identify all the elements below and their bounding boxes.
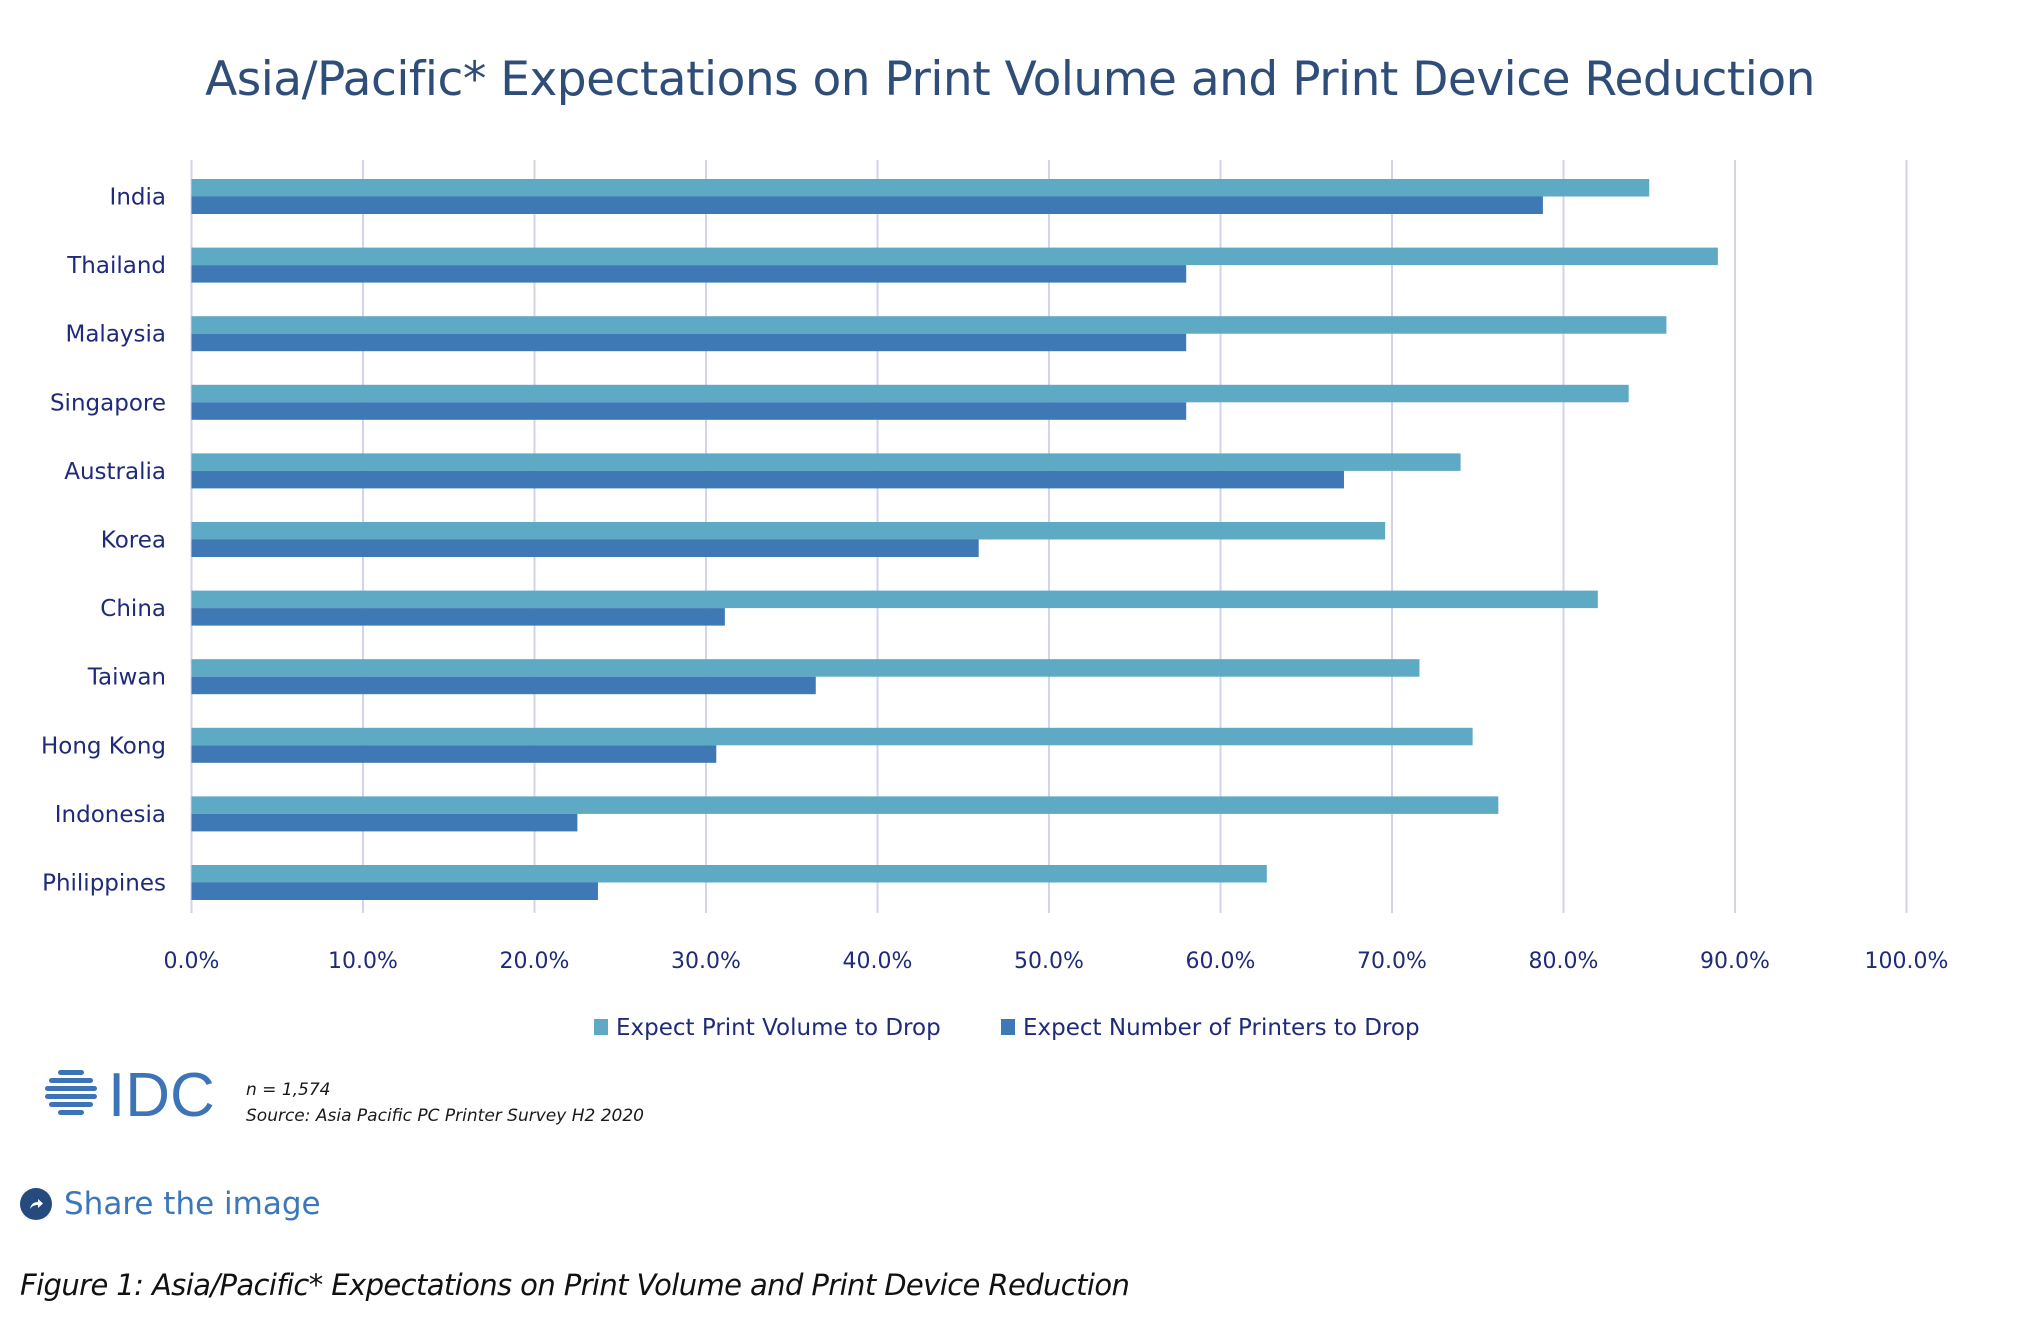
bar-printers bbox=[191, 745, 717, 763]
bar-print-volume bbox=[191, 453, 1461, 471]
legend: Expect Print Volume to Drop Expect Number… bbox=[594, 1015, 1420, 1041]
category-label: Thailand bbox=[66, 253, 166, 279]
bar-print-volume bbox=[191, 179, 1650, 197]
legend-label: Expect Print Volume to Drop bbox=[616, 1015, 941, 1041]
x-tick-label: 80.0% bbox=[1529, 949, 1599, 974]
x-tick-label: 0.0% bbox=[164, 949, 220, 974]
source-text: Source: Asia Pacific PC Printer Survey H… bbox=[246, 1106, 644, 1126]
x-axis-tick-labels: 0.0% 10.0% 20.0% 30.0% 40.0% 50.0% 60.0% 70.0% 8… bbox=[164, 949, 1949, 974]
x-tick-label: 70.0% bbox=[1357, 949, 1427, 974]
legend-swatch bbox=[594, 1019, 608, 1035]
bar-printers bbox=[191, 265, 1187, 283]
source-note: n = 1,574 Source: Asia Pacific PC Printe… bbox=[246, 1077, 644, 1129]
bar-printers bbox=[191, 402, 1187, 420]
bar-chart: India Thailand Malaysia Singapore Australia K… bbox=[41, 160, 1949, 1041]
bar-print-volume bbox=[191, 727, 1473, 746]
category-label: Singapore bbox=[50, 390, 166, 416]
globe-icon bbox=[45, 1070, 97, 1115]
bar-printers bbox=[191, 813, 578, 832]
legend-swatch bbox=[1001, 1019, 1015, 1035]
bar-print-volume bbox=[191, 384, 1629, 403]
share-label[interactable]: Share the image bbox=[64, 1186, 321, 1222]
bar-printers bbox=[191, 470, 1344, 489]
bar-printers bbox=[191, 676, 816, 695]
category-label: China bbox=[100, 596, 166, 622]
x-tick-label: 90.0% bbox=[1700, 949, 1770, 974]
idc-logo: IDC bbox=[45, 1066, 215, 1122]
category-label: Taiwan bbox=[87, 665, 166, 691]
share-image-link[interactable]: Share the image bbox=[20, 1186, 321, 1222]
x-tick-label: 20.0% bbox=[500, 949, 570, 974]
category-label: Philippines bbox=[42, 871, 166, 897]
x-tick-label: 60.0% bbox=[1186, 949, 1256, 974]
bar-printers bbox=[191, 882, 598, 900]
x-tick-label: 100.0% bbox=[1865, 949, 1949, 974]
category-label: Australia bbox=[64, 459, 166, 485]
bar-printers bbox=[191, 333, 1187, 352]
bar-print-volume bbox=[191, 865, 1267, 883]
bar-print-volume bbox=[191, 247, 1718, 266]
category-label: Korea bbox=[101, 528, 166, 554]
category-label: Hong Kong bbox=[41, 733, 166, 759]
x-tick-label: 50.0% bbox=[1014, 949, 1084, 974]
legend-label: Expect Number of Printers to Drop bbox=[1023, 1015, 1420, 1041]
bar-printers bbox=[191, 539, 979, 557]
bar-print-volume bbox=[191, 316, 1667, 334]
category-label: Malaysia bbox=[65, 322, 166, 348]
sample-size: n = 1,574 bbox=[246, 1080, 331, 1100]
bar-printers bbox=[191, 196, 1543, 214]
bars bbox=[191, 179, 1718, 900]
x-tick-label: 40.0% bbox=[843, 949, 913, 974]
x-tick-label: 30.0% bbox=[671, 949, 741, 974]
logo-text: IDC bbox=[108, 1066, 215, 1122]
bar-print-volume bbox=[191, 590, 1598, 609]
category-label: India bbox=[110, 185, 166, 211]
x-tick-label: 10.0% bbox=[328, 949, 398, 974]
bar-print-volume bbox=[191, 522, 1386, 540]
category-label: Indonesia bbox=[55, 802, 166, 828]
share-arrow-icon[interactable] bbox=[20, 1188, 52, 1220]
figure-caption: Figure 1: Asia/Pacific* Expectations on … bbox=[20, 1268, 1130, 1302]
bar-printers bbox=[191, 608, 725, 626]
bar-print-volume bbox=[191, 659, 1420, 677]
category-labels: India Thailand Malaysia Singapore Australia K… bbox=[41, 185, 166, 897]
bar-print-volume bbox=[191, 796, 1499, 814]
